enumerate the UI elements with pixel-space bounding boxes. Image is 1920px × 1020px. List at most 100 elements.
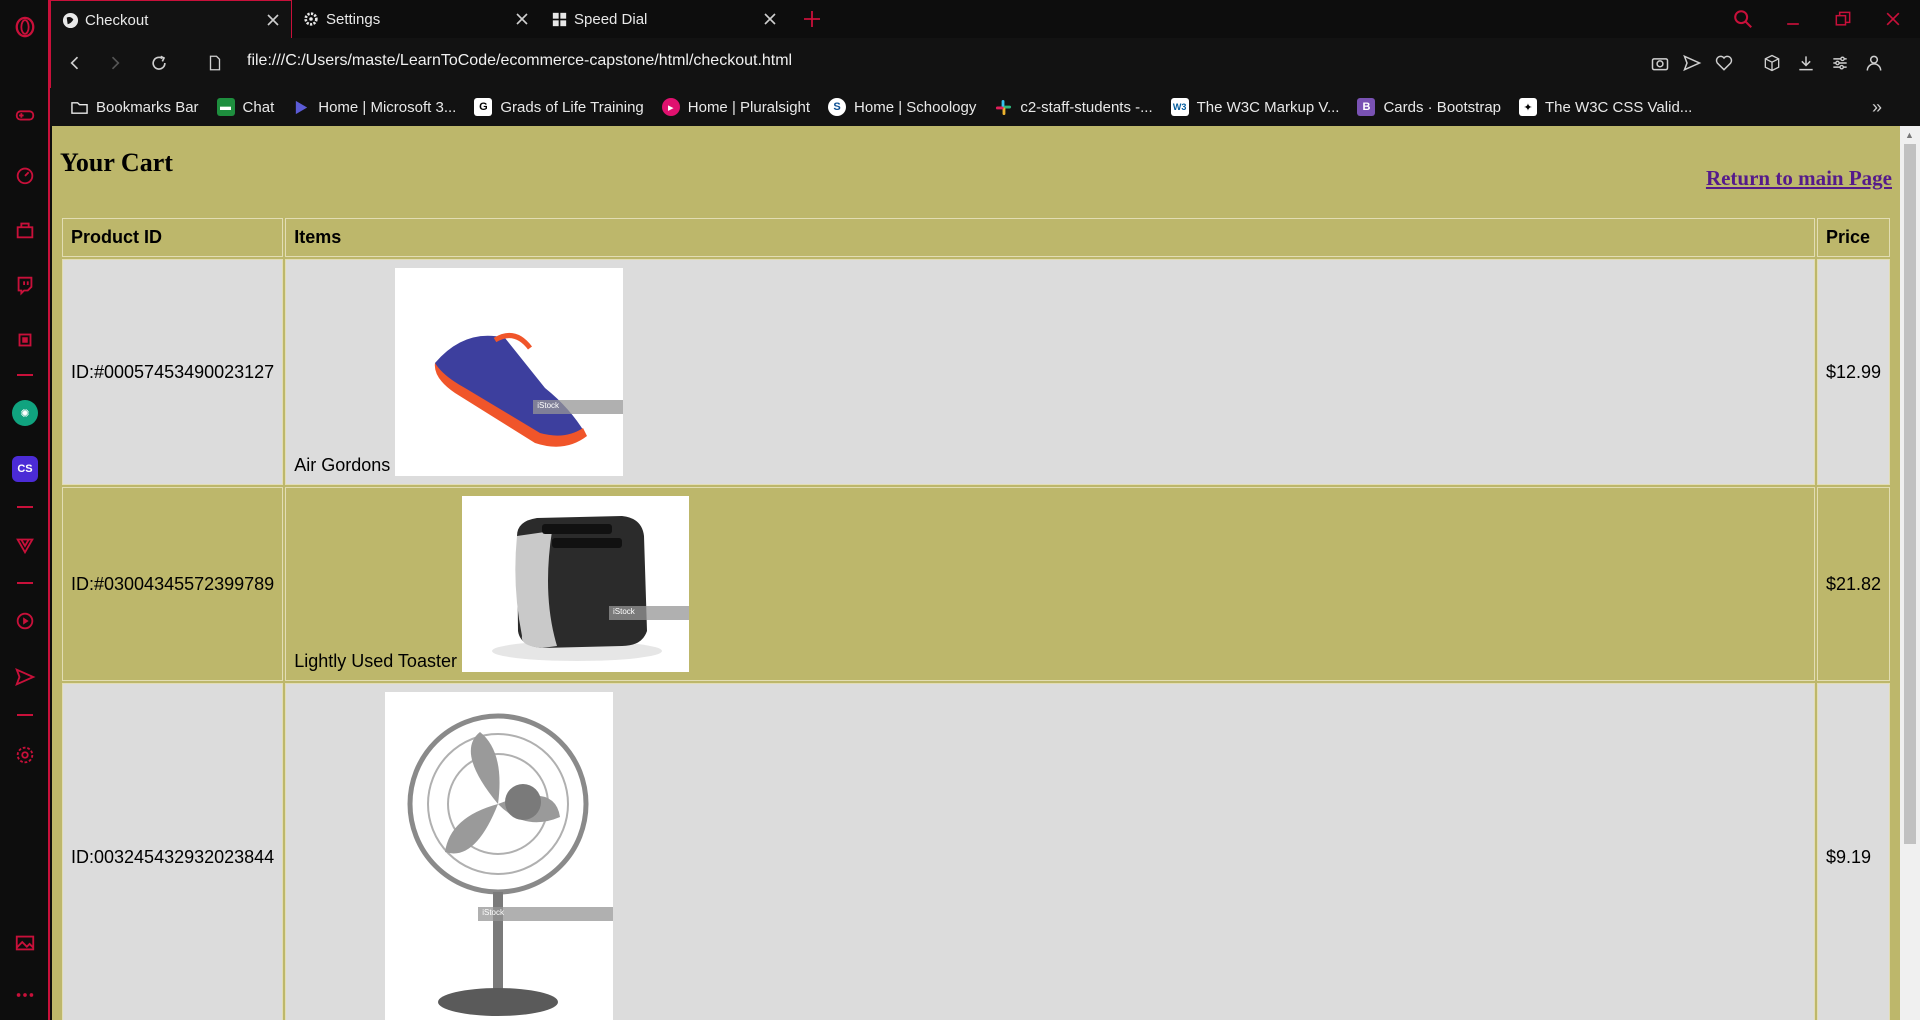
search-icon[interactable] <box>1730 6 1756 32</box>
table-row: ID:#03004345572399789 Lightly Used Toast… <box>62 487 1890 681</box>
close-tab-icon[interactable] <box>265 12 281 28</box>
bookmark-w3c-css[interactable]: ✦ The W3C CSS Valid... <box>1519 98 1692 116</box>
image-gallery-icon[interactable] <box>10 928 40 958</box>
item-cell: Air Gordons iStock <box>285 259 1815 485</box>
store-icon[interactable] <box>10 215 40 245</box>
price-cell: $9.19 <box>1816 683 1890 1020</box>
table-row: ID:003245432932023844 iStock $9.19 <box>62 683 1890 1020</box>
product-id-cell: ID:#00057453490023127 <box>62 259 284 485</box>
desk-fan-image: iStock <box>385 692 614 1020</box>
page-title: Your Cart <box>60 148 173 177</box>
istock-watermark: iStock <box>533 400 624 414</box>
forward-icon[interactable] <box>103 51 127 75</box>
w3c-icon: W3 <box>1170 98 1189 116</box>
minimize-icon[interactable] <box>1780 6 1806 32</box>
page-viewport: Your Cart Return to main Page Product ID… <box>52 126 1900 1020</box>
send-icon[interactable] <box>10 662 40 692</box>
product-id-cell: ID:003245432932023844 <box>62 683 284 1020</box>
vivaldi-icon[interactable] <box>10 530 40 560</box>
istock-watermark: iStock <box>478 907 614 921</box>
bookmark-schoology[interactable]: S Home | Schoology <box>828 98 976 116</box>
price-cell: $21.82 <box>1816 487 1890 681</box>
sidebar-divider <box>17 714 33 716</box>
header-items: Items <box>285 218 1815 257</box>
microsoft-icon <box>292 98 310 116</box>
new-tab-plus-icon[interactable] <box>800 7 824 31</box>
running-shoe-image: iStock <box>395 268 624 476</box>
bookmark-bootstrap[interactable]: B Cards · Bootstrap <box>1357 98 1501 116</box>
download-icon[interactable] <box>1795 52 1817 74</box>
g-icon: G <box>474 98 493 116</box>
schoology-icon: S <box>828 98 847 116</box>
close-tab-icon[interactable] <box>762 11 778 27</box>
close-window-icon[interactable] <box>1880 6 1906 32</box>
twitch-icon[interactable] <box>10 270 40 300</box>
scrollbar-thumb[interactable] <box>1904 144 1916 844</box>
send-icon[interactable] <box>1681 52 1703 74</box>
more-options-icon[interactable] <box>10 980 40 1010</box>
table-header-row: Product ID Items Price <box>62 218 1890 257</box>
easy-setup-icon[interactable] <box>1829 52 1851 74</box>
player-icon[interactable] <box>10 606 40 636</box>
close-tab-icon[interactable] <box>514 11 530 27</box>
gamepad-icon[interactable] <box>10 100 40 130</box>
header-product-id: Product ID <box>62 218 284 257</box>
folder-icon <box>70 98 88 116</box>
chatgpt-icon[interactable]: ✺ <box>10 398 40 428</box>
globe-icon <box>61 11 79 29</box>
item-name: Lightly Used Toaster <box>294 651 457 671</box>
sidebar-divider <box>17 582 33 584</box>
tab-settings[interactable]: Settings <box>292 0 540 38</box>
camera-icon[interactable] <box>1649 52 1671 74</box>
tab-label: Settings <box>326 10 381 28</box>
cpu-icon[interactable] <box>10 325 40 355</box>
speedometer-icon[interactable] <box>10 160 40 190</box>
opera-sidebar: ✺ CS <box>0 0 50 1020</box>
bookmark-chat[interactable]: ▬ Chat <box>216 98 274 116</box>
browser-window: ✺ CS Checkout Settings Speed Dial file:/… <box>0 0 1920 1020</box>
header-price: Price <box>1816 218 1890 257</box>
reload-icon[interactable] <box>147 51 171 75</box>
back-icon[interactable] <box>63 51 87 75</box>
bookmark-slack[interactable]: c2-staff-students -... <box>994 98 1153 116</box>
table-row: ID:#00057453490023127 Air Gordons iStock <box>62 259 1890 485</box>
product-id-cell: ID:#03004345572399789 <box>62 487 284 681</box>
cube-icon[interactable] <box>1761 52 1783 74</box>
page-scrollbar[interactable]: ▲ <box>1900 126 1920 1020</box>
slack-icon <box>994 98 1012 116</box>
restore-icon[interactable] <box>1830 6 1856 32</box>
more-bookmarks-icon[interactable]: » <box>1872 97 1892 117</box>
address-bar: file:///C:/Users/maste/LearnToCode/ecomm… <box>50 38 1920 88</box>
bookmark-pluralsight[interactable]: ▸ Home | Pluralsight <box>661 98 810 116</box>
url-text[interactable]: file:///C:/Users/maste/LearnToCode/ecomm… <box>247 52 792 70</box>
speed-dial-grid-icon <box>550 10 568 28</box>
bookmark-w3c-markup[interactable]: W3 The W3C Markup V... <box>1170 98 1339 116</box>
profile-icon[interactable] <box>1863 52 1885 74</box>
css-icon: ✦ <box>1519 98 1538 116</box>
toaster-image: iStock <box>461 496 689 672</box>
scroll-up-icon[interactable]: ▲ <box>1905 130 1915 140</box>
item-cell: Lightly Used Toaster iStock <box>285 487 1815 681</box>
heart-icon[interactable] <box>1713 52 1735 74</box>
tab-speed-dial[interactable]: Speed Dial <box>540 0 788 38</box>
file-icon <box>203 51 227 75</box>
tab-checkout[interactable]: Checkout <box>50 0 292 39</box>
bookmark-grads-of-life[interactable]: G Grads of Life Training <box>474 98 644 116</box>
return-main-page-link[interactable]: Return to main Page <box>1706 166 1892 191</box>
item-cell: iStock <box>285 683 1815 1020</box>
opera-logo-icon[interactable] <box>10 12 40 42</box>
price-cell: $12.99 <box>1816 259 1890 485</box>
bookmarks-bar: Bookmarks Bar ▬ Chat Home | Microsoft 3.… <box>50 88 1920 126</box>
istock-watermark: iStock <box>608 606 689 620</box>
settings-gear-icon[interactable] <box>10 740 40 770</box>
gear-icon <box>302 10 320 28</box>
bootstrap-icon: B <box>1357 98 1376 116</box>
pluralsight-icon: ▸ <box>661 98 680 116</box>
cs-app-icon[interactable]: CS <box>10 454 40 484</box>
bookmark-bookmarks-bar[interactable]: Bookmarks Bar <box>70 98 199 116</box>
sidebar-divider <box>17 374 33 376</box>
item-name: Air Gordons <box>294 455 391 475</box>
bookmark-microsoft[interactable]: Home | Microsoft 3... <box>292 98 456 116</box>
sidebar-divider <box>17 506 33 508</box>
tab-strip: Checkout Settings Speed Dial <box>50 0 1920 39</box>
